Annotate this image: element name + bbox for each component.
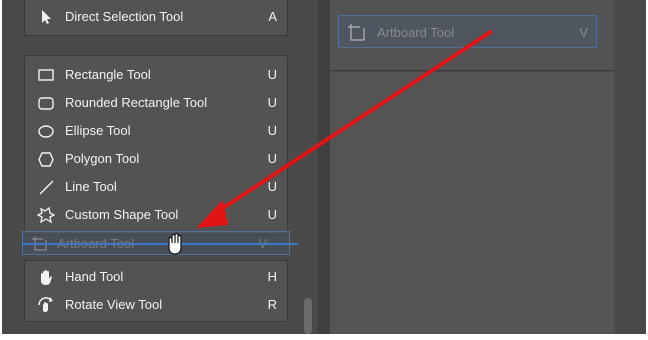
tool-shortcut: H: [267, 269, 277, 284]
tool-shortcut: U: [267, 151, 277, 166]
polygon-icon: [37, 151, 55, 167]
tool-row-rounded-rectangle[interactable]: Rounded Rectangle Tool U: [25, 89, 289, 117]
tool-label: Rotate View Tool: [65, 297, 163, 312]
hand-icon: [37, 269, 55, 285]
extra-tool-artboard-slot[interactable]: Artboard Tool V: [338, 15, 597, 48]
artboard-icon: [347, 23, 365, 41]
drag-hand-cursor-icon: [168, 232, 182, 255]
tool-row-rectangle[interactable]: Rectangle Tool U: [25, 61, 289, 89]
tool-label: Hand Tool: [65, 269, 124, 284]
tool-shortcut: U: [267, 67, 277, 82]
scrollbar-thumb[interactable]: [304, 298, 312, 334]
tool-row-polygon[interactable]: Polygon Tool U: [25, 145, 289, 173]
tool-shortcut: U: [267, 95, 277, 110]
ellipse-icon: [37, 123, 55, 139]
tool-shortcut: R: [267, 297, 277, 312]
tool-shortcut: A: [268, 9, 277, 24]
tool-row-rotate-view[interactable]: Rotate View Tool R: [25, 291, 289, 319]
tool-label: Rounded Rectangle Tool: [65, 95, 208, 110]
tool-shortcut: V: [579, 25, 588, 40]
drop-indicator-line: [22, 243, 298, 245]
tool-row-hand[interactable]: Hand Tool H: [25, 263, 289, 291]
extra-tools-list-area: [330, 72, 614, 334]
line-icon: [37, 179, 55, 195]
tool-label: Ellipse Tool: [65, 123, 131, 138]
tool-row-line[interactable]: Line Tool U: [25, 173, 289, 201]
tool-shortcut: U: [267, 179, 277, 194]
tool-row-direct-selection[interactable]: Direct Selection Tool A: [25, 3, 289, 31]
tool-label: Line Tool: [65, 179, 117, 194]
rotate-view-icon: [37, 297, 55, 313]
tool-shortcut: U: [267, 207, 277, 222]
toolbar-list: Direct Selection Tool A Rectangle Tool U…: [24, 0, 288, 334]
tool-label: Polygon Tool: [65, 151, 140, 166]
rectangle-icon: [37, 67, 55, 83]
custom-shape-icon: [37, 207, 55, 223]
column-divider: [318, 0, 330, 334]
direct-selection-arrow-icon: [37, 9, 55, 25]
tool-group-navigation: Hand Tool H Rotate View Tool R: [24, 260, 288, 322]
tool-row-custom-shape[interactable]: Custom Shape Tool U: [25, 201, 289, 229]
tool-shortcut: U: [267, 123, 277, 138]
tool-label: Artboard Tool: [377, 25, 455, 40]
tool-label: Direct Selection Tool: [65, 9, 184, 24]
tool-label: Custom Shape Tool: [65, 207, 179, 222]
tool-group-selection: Direct Selection Tool A: [24, 0, 288, 36]
tool-group-shapes: Rectangle Tool U Rounded Rectangle Tool …: [24, 55, 288, 235]
rounded-rectangle-icon: [37, 95, 55, 111]
tool-label: Rectangle Tool: [65, 67, 151, 82]
tool-row-ellipse[interactable]: Ellipse Tool U: [25, 117, 289, 145]
